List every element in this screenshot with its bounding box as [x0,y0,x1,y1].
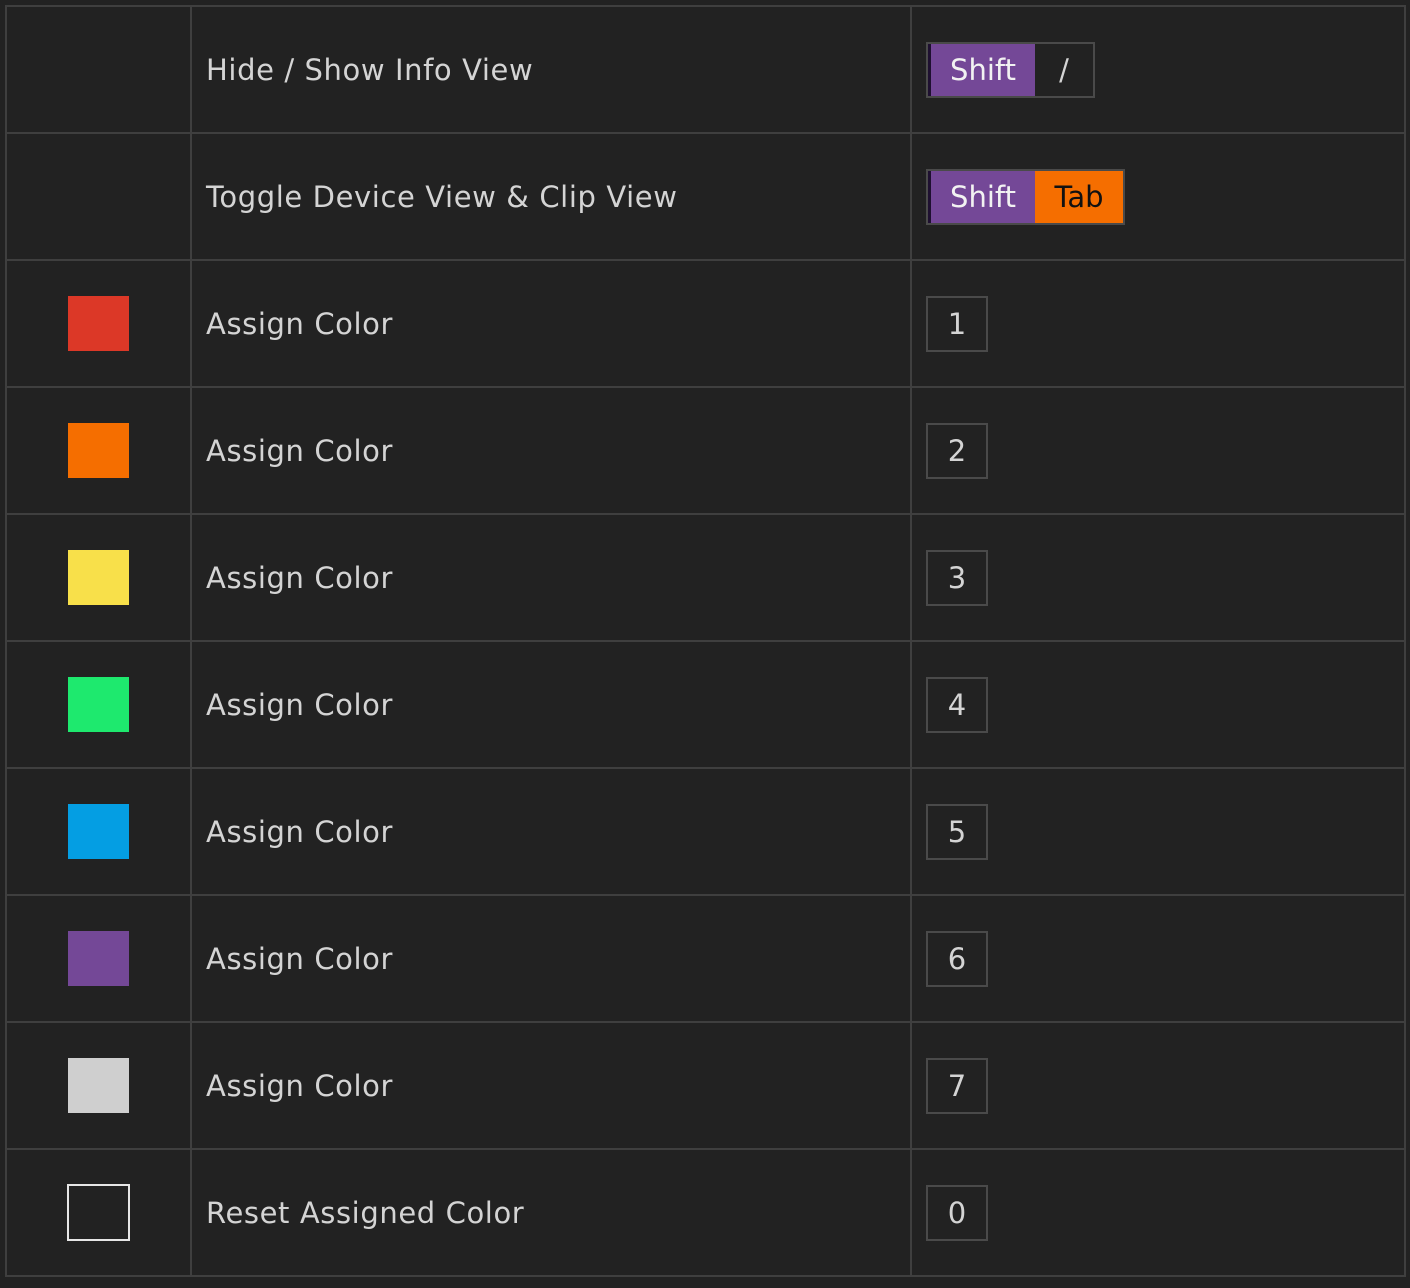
color-swatch [68,423,129,478]
shortcut-label: Hide / Show Info View [190,5,912,134]
swatch-cell [5,259,192,388]
key-combo: Shift Tab [926,168,1125,225]
swatch-cell [5,132,192,261]
keys-cell: 1 [910,259,1406,388]
keys-cell: 7 [910,1021,1406,1150]
key-combo: 7 [926,1057,988,1114]
color-swatch [68,677,129,732]
shortcut-label: Toggle Device View & Clip View [190,132,912,261]
shortcut-row: Assign Color 5 [5,767,1406,896]
shortcut-label: Assign Color [190,1021,912,1150]
shortcut-row: Reset Assigned Color 0 [5,1148,1406,1277]
color-swatch [68,931,129,986]
shortcut-label: Reset Assigned Color [190,1148,912,1277]
key-cap-char: 4 [947,687,967,722]
color-swatch [68,804,129,859]
key-cap-shift: Shift [928,170,1035,223]
key-cap-char: 0 [947,1195,967,1230]
key-cap-tab: Tab [1035,170,1123,223]
key-cap-char: / [1059,52,1069,87]
key-cap-char: 5 [947,814,967,849]
keys-cell: Shift Tab [910,132,1406,261]
swatch-cell [5,640,192,769]
swatch-cell [5,1148,192,1277]
key-cap-char: 7 [947,1068,967,1103]
keys-cell: 2 [910,386,1406,515]
shortcut-label: Assign Color [190,386,912,515]
key-cap-char: 2 [947,433,967,468]
shortcut-label: Assign Color [190,259,912,388]
key-cap-char: 1 [947,306,967,341]
shortcut-row: Assign Color 1 [5,259,1406,388]
empty-color-swatch [67,1184,130,1241]
color-swatch [68,550,129,605]
keys-cell: 0 [910,1148,1406,1277]
shortcut-row: Assign Color 7 [5,1021,1406,1150]
shortcut-label: Assign Color [190,513,912,642]
shortcut-label: Assign Color [190,894,912,1023]
shortcut-row: Toggle Device View & Clip View Shift Tab [5,132,1406,261]
key-cap-char: 6 [947,941,967,976]
shortcut-row: Assign Color 2 [5,386,1406,515]
shortcut-row: Hide / Show Info View Shift / [5,5,1406,134]
swatch-cell [5,5,192,134]
swatch-cell [5,767,192,896]
keys-cell: 5 [910,767,1406,896]
swatch-cell [5,1021,192,1150]
swatch-cell [5,513,192,642]
color-swatch [68,1058,129,1113]
key-combo: 5 [926,803,988,860]
key-cap-char: 3 [947,560,967,595]
shortcut-row: Assign Color 4 [5,640,1406,769]
color-swatch [68,296,129,351]
shortcut-label: Assign Color [190,767,912,896]
keys-cell: 6 [910,894,1406,1023]
key-combo: 0 [926,1184,988,1241]
key-combo: 1 [926,295,988,352]
key-cap-shift: Shift [928,43,1035,96]
swatch-cell [5,386,192,515]
keys-cell: 4 [910,640,1406,769]
shortcut-label: Assign Color [190,640,912,769]
shortcut-row: Assign Color 3 [5,513,1406,642]
key-combo: Shift / [926,41,1095,98]
shortcut-row: Assign Color 6 [5,894,1406,1023]
shortcut-table-body: Hide / Show Info View Shift / Toggle Device… [5,5,1406,1277]
keys-cell: 3 [910,513,1406,642]
key-combo: 3 [926,549,988,606]
key-combo: 2 [926,422,988,479]
key-combo: 6 [926,930,988,987]
shortcut-table: Hide / Show Info View Shift / Toggle Device… [5,5,1406,1277]
key-combo: 4 [926,676,988,733]
keys-cell: Shift / [910,5,1406,134]
swatch-cell [5,894,192,1023]
